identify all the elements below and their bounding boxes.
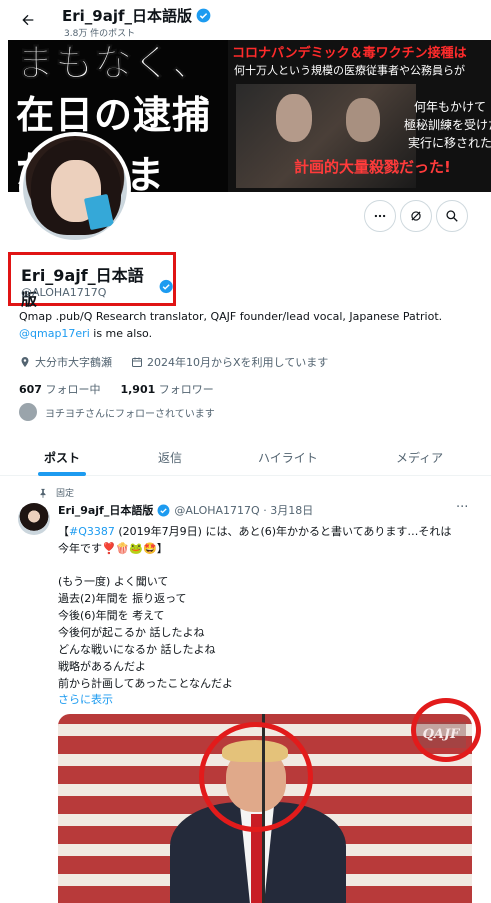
profile-bio-line2: @qmap17eri is me also. xyxy=(19,327,152,340)
verified-badge-icon xyxy=(196,8,211,23)
tweet-line-6: 今後何が起こるか 話したよね xyxy=(58,626,205,639)
tab-highlights[interactable]: ハイライト xyxy=(258,449,318,466)
followers-count: 1,901 xyxy=(120,383,156,396)
tweet-author-avatar[interactable] xyxy=(18,503,50,535)
tweet-line-8: 戦略があるんだよ xyxy=(58,660,146,673)
ellipsis-icon xyxy=(374,214,386,218)
tweet-line-2: 今年です❣️🍿🐸🤩】 xyxy=(58,542,168,555)
followers-label: フォロワー xyxy=(158,383,214,396)
tweet-handle-date: @ALOHA1717Q · 3月18日 xyxy=(174,504,314,517)
header-post-count: 3.8万 件のポスト xyxy=(64,29,136,39)
name-highlight-box: Eri_9ajf_日本語版 @ALOHA1717Q xyxy=(8,252,176,309)
banner-white-line1: 何年もかけて xyxy=(414,100,487,114)
banner-right-panel: コロナパンデミック＆毒ワクチン接種は 何十万人という規模の医療従事者や公務員らが… xyxy=(228,40,491,192)
tweet-bracket: 【 xyxy=(58,525,69,538)
banner-red-bottom: 計画的大量殺戮だった! xyxy=(294,158,451,176)
followed-by-row[interactable]: ヨチヨチさんにフォローされています xyxy=(19,403,215,421)
verified-badge-icon xyxy=(157,504,170,516)
verified-badge-icon xyxy=(159,279,173,293)
more-options-button[interactable] xyxy=(364,200,396,232)
hashtag-link[interactable]: #Q3387 xyxy=(69,525,115,538)
header-name: Eri_9ajf_日本語版 xyxy=(62,7,193,25)
tweet-line-4: 過去(2)年間を 振り返って xyxy=(58,592,187,605)
pinned-label-row: 固定 xyxy=(38,486,74,499)
pinned-text: 固定 xyxy=(56,489,75,499)
follower-mini-avatar xyxy=(19,403,37,421)
banner-red-title: コロナパンデミック＆毒ワクチン接種は xyxy=(232,46,467,61)
back-arrow-icon[interactable] xyxy=(14,8,42,32)
tweet-line-3: (もう一度) よく聞いて xyxy=(58,575,169,588)
bio-line2-text: is me also. xyxy=(89,327,153,340)
banner-white-line2: 極秘訓練を受けた後 xyxy=(404,118,491,132)
top-bar: Eri_9ajf_日本語版 3.8万 件のポスト xyxy=(0,0,491,40)
location-text: 大分市大字鶴瀬 xyxy=(35,356,112,369)
tweet-header: Eri_9ajf_日本語版 @ALOHA1717Q · 3月18日 xyxy=(58,502,313,518)
grok-icon xyxy=(411,211,421,221)
banner-person-1 xyxy=(276,94,312,142)
banner-white-line3: 実行に移された xyxy=(408,136,491,150)
tab-replies[interactable]: 返信 xyxy=(158,449,182,466)
profile-location: 大分市大字鶴瀬 xyxy=(19,354,112,370)
active-tab-indicator xyxy=(38,472,86,476)
bio-mention-link[interactable]: @qmap17eri xyxy=(19,327,90,340)
tweet-line-7: どんな戦いになるか 話したよね xyxy=(58,643,216,656)
show-more-link[interactable]: さらに表示 xyxy=(58,691,113,707)
profile-avatar[interactable] xyxy=(19,132,131,244)
following-count: 607 xyxy=(19,383,42,396)
banner-person-2 xyxy=(346,98,380,142)
following-link[interactable]: 607 フォロー中 xyxy=(19,381,100,397)
profile-handle: @ALOHA1717Q xyxy=(21,286,107,299)
location-icon xyxy=(21,357,29,367)
banner-text-line3: まる。 xyxy=(126,153,166,192)
tweet-author-name[interactable]: Eri_9ajf_日本語版 xyxy=(58,502,153,518)
profile-bio-line1: Qmap .pub/Q Research translator, QAJF fo… xyxy=(19,310,443,323)
following-label: フォロー中 xyxy=(45,383,101,396)
joined-text: 2024年10月からXを利用しています xyxy=(147,356,329,369)
tweet-line-1: 【#Q3387 (2019年7月9日) には、あと(6)年かかると書いてあります… xyxy=(58,523,451,539)
profile-joined: 2024年10月からXを利用しています xyxy=(131,354,328,370)
followers-link[interactable]: 1,901 フォロワー xyxy=(120,381,213,397)
calendar-icon xyxy=(132,357,142,367)
search-button[interactable] xyxy=(436,200,468,232)
banner-text-line1: まもなく、 xyxy=(15,41,212,86)
pin-icon xyxy=(40,488,46,498)
tab-posts[interactable]: ポスト xyxy=(44,449,80,466)
face-highlight-circle xyxy=(199,722,313,832)
followed-by-text: ヨチヨチさんにフォローされています xyxy=(45,408,215,420)
follow-counts: 607 フォロー中 1,901 フォロワー xyxy=(19,381,214,397)
tweet-line-9: 前から計画してあったことなんだよ xyxy=(58,677,234,690)
tweet-more-icon[interactable]: ··· xyxy=(456,500,468,515)
tweet-line-5: 今後(6)年間を 考えて xyxy=(58,609,165,622)
profile-tabs: ポスト 返信 ハイライト メディア xyxy=(0,436,491,476)
tweet-line1-text: (2019年7月9日) には、あと(6)年かかると書いてあります…それは xyxy=(114,525,452,538)
watermark-highlight-circle xyxy=(411,698,481,762)
header-name-row: Eri_9ajf_日本語版 xyxy=(62,5,211,26)
search-icon xyxy=(446,210,458,222)
tab-media[interactable]: メディア xyxy=(396,449,443,466)
banner-white-subtitle: 何十万人という規模の医療従事者や公務員らが xyxy=(234,64,465,77)
grok-button[interactable] xyxy=(400,200,432,232)
